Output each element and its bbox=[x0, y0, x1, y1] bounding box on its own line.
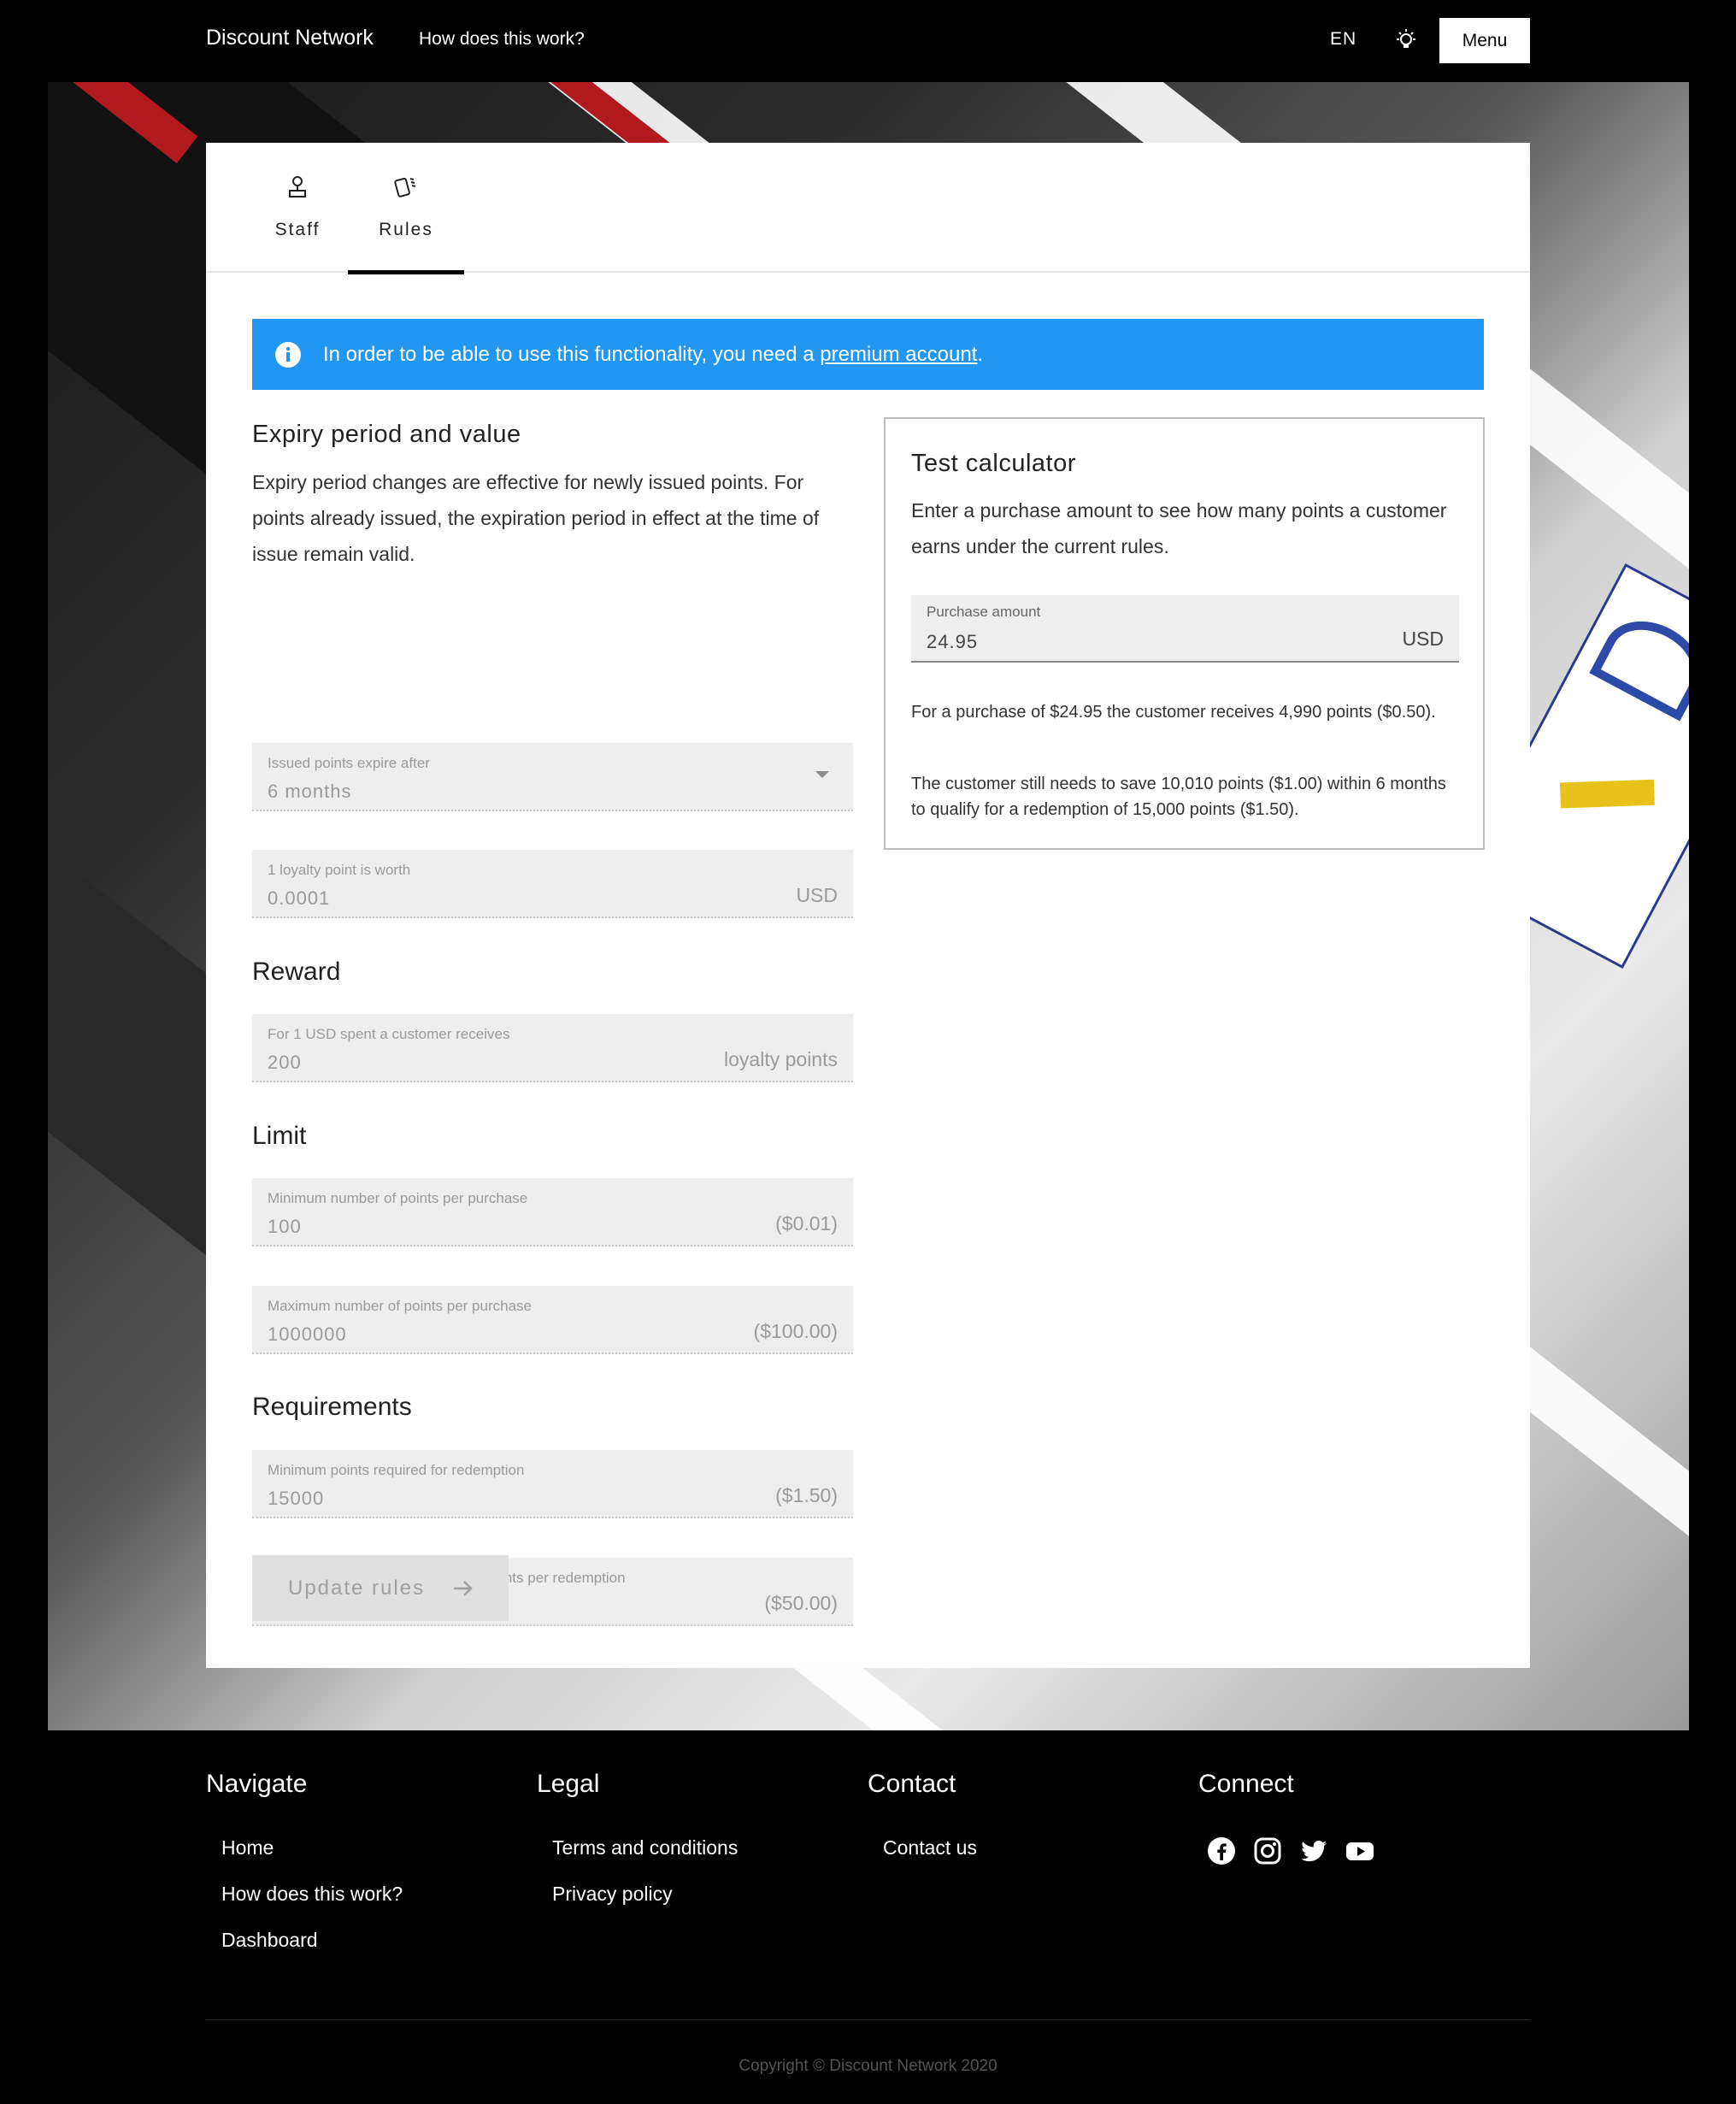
min-points-label: Minimum number of points per purchase bbox=[268, 1190, 528, 1206]
footer-navigate-heading: Navigate bbox=[206, 1770, 308, 1798]
rules-form: Expiry period and value Expiry period ch… bbox=[252, 421, 853, 1626]
chevron-down-icon bbox=[815, 771, 829, 778]
expiry-description: Expiry period changes are effective for … bbox=[252, 471, 820, 565]
expiry-heading: Expiry period and value bbox=[252, 421, 521, 448]
max-points-suffix: ($100.00) bbox=[753, 1320, 838, 1342]
footer-connect: Connect bbox=[1198, 1770, 1294, 1799]
point-worth-label: 1 loyalty point is worth bbox=[268, 862, 411, 878]
footer-link-home[interactable]: Home bbox=[221, 1824, 403, 1871]
footer-legal-heading: Legal bbox=[537, 1770, 600, 1798]
how-it-works-link[interactable]: How does this work? bbox=[419, 29, 585, 50]
min-points-field[interactable]: Minimum number of points per purchase 10… bbox=[252, 1178, 853, 1246]
max-redemption-suffix: ($50.00) bbox=[764, 1592, 838, 1614]
lightbulb-icon[interactable] bbox=[1393, 27, 1419, 53]
footer-connect-heading: Connect bbox=[1198, 1770, 1294, 1798]
update-rules-button[interactable]: Update rules bbox=[252, 1555, 509, 1621]
test-calculator: Test calculator Enter a purchase amount … bbox=[884, 417, 1485, 850]
reward-field[interactable]: For 1 USD spent a customer receives 200 … bbox=[252, 1014, 853, 1082]
footer-contact-heading: Contact bbox=[868, 1770, 956, 1798]
expiry-select[interactable]: Issued points expire after 6 months bbox=[252, 743, 853, 811]
top-navbar: Discount Network How does this work? EN … bbox=[0, 0, 1736, 82]
expiry-select-value: 6 months bbox=[268, 781, 352, 802]
purchase-amount-value: 24.95 bbox=[927, 631, 979, 652]
footer-link-how[interactable]: How does this work? bbox=[221, 1871, 403, 1917]
min-points-value: 100 bbox=[268, 1216, 302, 1237]
point-worth-unit: USD bbox=[796, 884, 838, 906]
tab-staff[interactable]: Staff bbox=[250, 143, 344, 273]
reward-value: 200 bbox=[268, 1052, 302, 1073]
expiry-select-label: Issued points expire after bbox=[268, 755, 430, 771]
tab-bar: Staff Rules bbox=[206, 143, 1530, 274]
arrow-right-icon bbox=[454, 1581, 473, 1596]
twitter-icon[interactable] bbox=[1299, 1836, 1328, 1865]
point-worth-field[interactable]: 1 loyalty point is worth 0.0001 USD bbox=[252, 850, 853, 918]
purchase-amount-label: Purchase amount bbox=[927, 604, 1041, 620]
youtube-icon[interactable] bbox=[1345, 1836, 1374, 1865]
copyright: Copyright © Discount Network 2020 bbox=[739, 2057, 997, 2075]
reward-heading: Reward bbox=[252, 958, 341, 986]
menu-button[interactable]: Menu bbox=[1439, 18, 1530, 63]
footer-divider bbox=[206, 2019, 1530, 2020]
requirements-heading: Requirements bbox=[252, 1393, 412, 1421]
min-redemption-suffix: ($1.50) bbox=[775, 1484, 838, 1506]
calculator-description: Enter a purchase amount to see how many … bbox=[911, 499, 1447, 557]
tab-rules[interactable]: Rules bbox=[348, 143, 464, 274]
purchase-amount-input[interactable]: Purchase amount 24.95 USD bbox=[911, 595, 1459, 663]
brand-logo[interactable]: Discount Network bbox=[206, 26, 374, 50]
min-points-suffix: ($0.01) bbox=[775, 1212, 838, 1235]
footer: Navigate Home How does this work? Dashbo… bbox=[0, 1730, 1736, 2104]
instagram-icon[interactable] bbox=[1253, 1836, 1282, 1865]
calculator-result-remaining: The customer still needs to save 10,010 … bbox=[911, 775, 1446, 819]
max-points-value: 1000000 bbox=[268, 1323, 347, 1345]
footer-link-dashboard[interactable]: Dashboard bbox=[221, 1917, 403, 1963]
min-redemption-value: 15000 bbox=[268, 1488, 325, 1509]
purchase-amount-unit: USD bbox=[1402, 628, 1444, 650]
point-worth-value: 0.0001 bbox=[268, 887, 331, 909]
footer-legal: Legal Terms and conditions Privacy polic… bbox=[537, 1770, 738, 1917]
user-icon bbox=[289, 176, 306, 197]
facebook-icon[interactable] bbox=[1207, 1836, 1236, 1865]
rules-panel: Staff Rules In order to be able to use t… bbox=[206, 143, 1530, 1668]
footer-contact: Contact Contact us bbox=[868, 1770, 977, 1871]
active-tab-indicator bbox=[348, 270, 464, 274]
premium-account-link[interactable]: premium account bbox=[820, 343, 977, 366]
language-selector[interactable]: EN bbox=[1330, 29, 1356, 50]
footer-navigate: Navigate Home How does this work? Dashbo… bbox=[206, 1770, 403, 1963]
info-text: In order to be able to use this function… bbox=[323, 343, 821, 366]
premium-info-banner: In order to be able to use this function… bbox=[252, 319, 1484, 390]
update-rules-label: Update rules bbox=[288, 1576, 426, 1600]
info-icon bbox=[275, 342, 301, 368]
min-redemption-field[interactable]: Minimum points required for redemption 1… bbox=[252, 1450, 853, 1518]
cards-icon bbox=[394, 177, 416, 197]
footer-link-terms[interactable]: Terms and conditions bbox=[552, 1824, 738, 1871]
min-redemption-label: Minimum points required for redemption bbox=[268, 1462, 525, 1478]
calculator-heading: Test calculator bbox=[911, 450, 1076, 477]
calculator-result-points: For a purchase of $24.95 the customer re… bbox=[911, 703, 1436, 722]
info-suffix: . bbox=[977, 343, 984, 366]
footer-link-privacy[interactable]: Privacy policy bbox=[552, 1871, 738, 1917]
tab-staff-label: Staff bbox=[274, 220, 321, 239]
limit-heading: Limit bbox=[252, 1122, 307, 1150]
reward-unit: loyalty points bbox=[724, 1048, 838, 1070]
footer-link-contact-us[interactable]: Contact us bbox=[883, 1824, 977, 1871]
max-points-field[interactable]: Maximum number of points per purchase 10… bbox=[252, 1286, 853, 1354]
tab-rules-label: Rules bbox=[379, 220, 433, 239]
max-points-label: Maximum number of points per purchase bbox=[268, 1298, 532, 1314]
reward-label: For 1 USD spent a customer receives bbox=[268, 1026, 510, 1042]
